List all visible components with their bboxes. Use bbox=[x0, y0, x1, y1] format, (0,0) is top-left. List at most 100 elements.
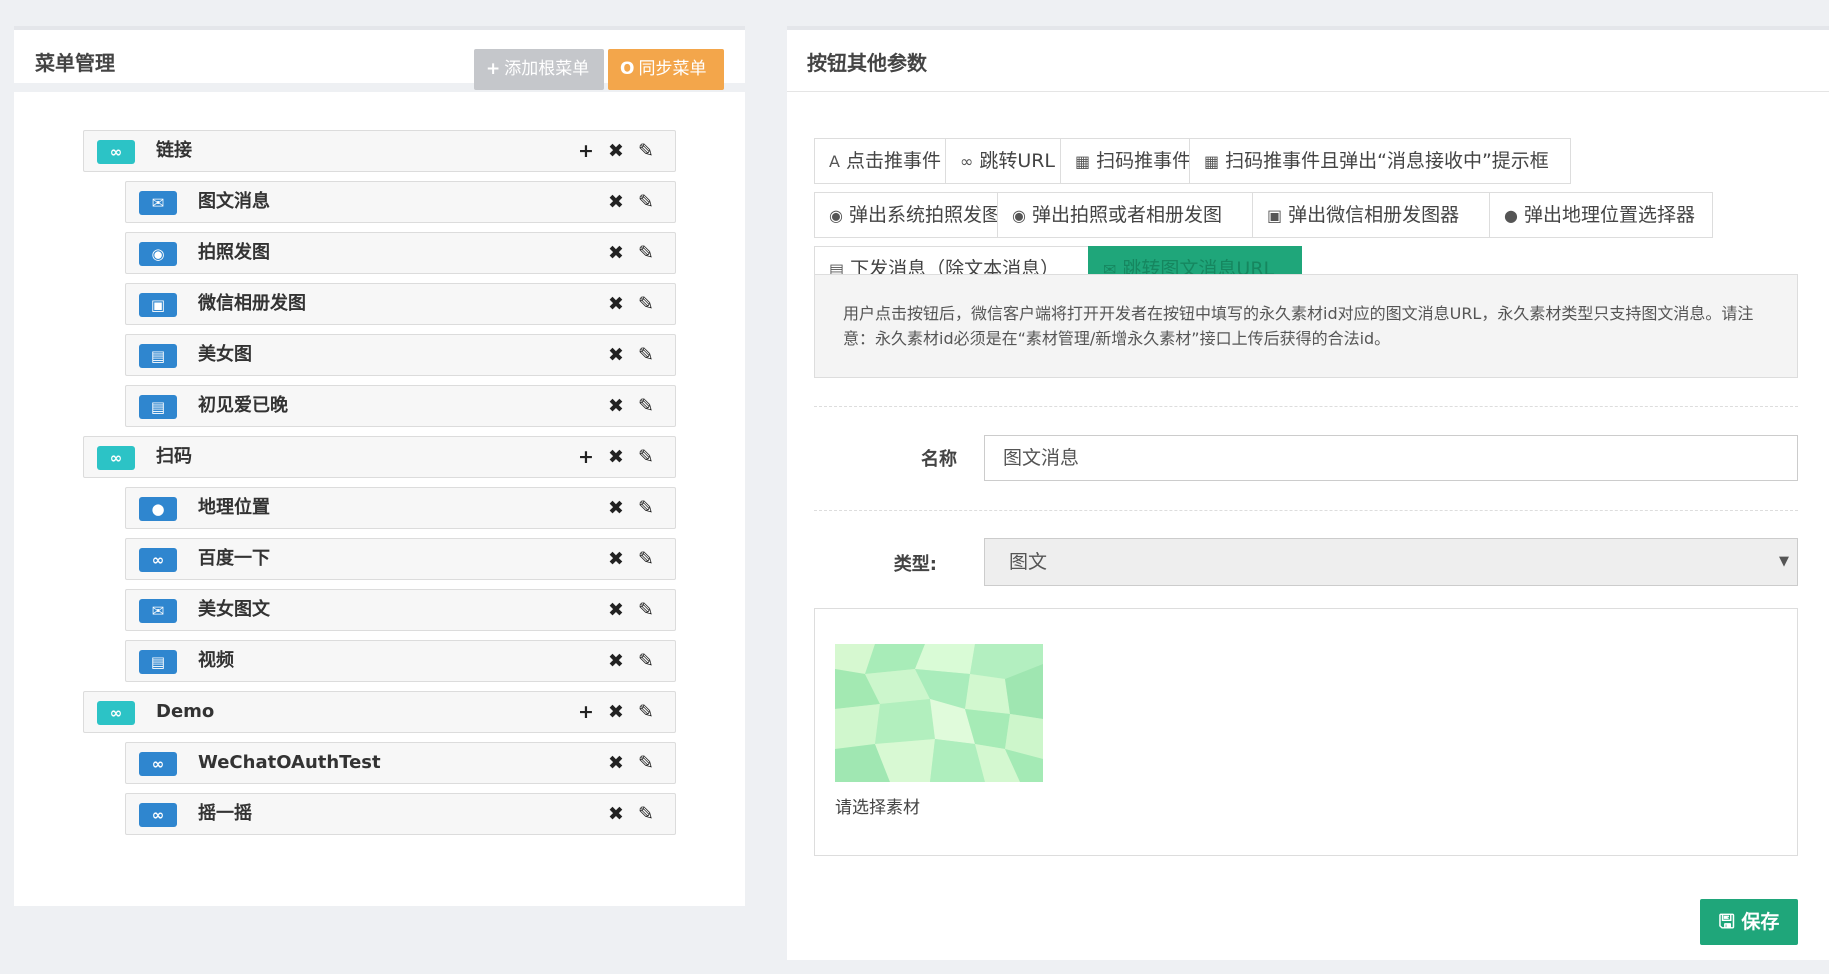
save-button[interactable]: 🖫 保存 bbox=[1700, 899, 1798, 945]
edit-icon[interactable]: ✎ bbox=[631, 539, 661, 579]
newspaper-icon: ▤ bbox=[139, 650, 177, 674]
delete-icon[interactable]: ✖ bbox=[601, 539, 631, 579]
edit-icon[interactable]: ✎ bbox=[631, 386, 661, 426]
menu-sub-item[interactable]: ▤ 美女图 ✖ ✎ bbox=[125, 334, 676, 376]
edit-icon[interactable]: ✎ bbox=[631, 794, 661, 834]
menu-panel-title: 菜单管理 bbox=[35, 51, 115, 75]
event-type-button[interactable]: ◉ 弹出系统拍照发图 bbox=[814, 192, 1001, 238]
map-marker-icon: ● bbox=[1504, 206, 1518, 225]
row-actions: ✖ ✎ bbox=[601, 488, 661, 528]
button-params-panel: 按钮其他参数 A 点击推事件 ∞ 跳转URL ▦ 扫码推事件 ▦ 扫码推事件且弹出“消息接收中… bbox=[787, 26, 1829, 960]
delete-icon[interactable]: ✖ bbox=[601, 335, 631, 375]
menu-root-item[interactable]: ∞ Demo + ✖ ✎ bbox=[83, 691, 676, 733]
edit-icon[interactable]: ✎ bbox=[631, 641, 661, 681]
menu-root-item[interactable]: ∞ 扫码 + ✖ ✎ bbox=[83, 436, 676, 478]
event-type-button[interactable]: ● 弹出地理位置选择器 bbox=[1489, 192, 1713, 238]
menu-sub-item[interactable]: ● 地理位置 ✖ ✎ bbox=[125, 487, 676, 529]
delete-icon[interactable]: ✖ bbox=[601, 284, 631, 324]
event-type-button[interactable]: ▦ 扫码推事件 bbox=[1060, 138, 1191, 184]
menu-management-panel: 菜单管理 + 添加根菜单 O 同步菜单 ∞ 链接 + ✖ ✎ ✉ 图文消息 ✖ ✎ ◉ 拍照发图 ✖ ✎ ▣ 微… bbox=[14, 26, 745, 906]
delete-icon[interactable]: ✖ bbox=[601, 743, 631, 783]
params-panel-header: 按钮其他参数 bbox=[787, 30, 1829, 92]
delete-icon[interactable]: ✖ bbox=[601, 386, 631, 426]
menu-root-item[interactable]: ∞ 链接 + ✖ ✎ bbox=[83, 130, 676, 172]
event-type-button[interactable]: ▣ 弹出微信相册发图器 bbox=[1252, 192, 1490, 238]
edit-icon[interactable]: ✎ bbox=[631, 233, 661, 273]
menu-sub-item[interactable]: ▤ 初见爱已晚 ✖ ✎ bbox=[125, 385, 676, 427]
row-actions: ✖ ✎ bbox=[601, 284, 661, 324]
menu-item-label: WeChatOAuthTest bbox=[198, 752, 381, 773]
menu-sub-item[interactable]: ▤ 视频 ✖ ✎ bbox=[125, 640, 676, 682]
material-thumbnail-image bbox=[835, 644, 1043, 782]
edit-icon[interactable]: ✎ bbox=[631, 590, 661, 630]
menu-item-label: 摇一摇 bbox=[198, 803, 252, 824]
event-type-button[interactable]: ◉ 弹出拍照或者相册发图 bbox=[997, 192, 1253, 238]
event-type-label: 扫码推事件且弹出“消息接收中”提示框 bbox=[1225, 150, 1549, 172]
event-type-button[interactable]: ▦ 扫码推事件且弹出“消息接收中”提示框 bbox=[1189, 138, 1571, 184]
add-root-menu-button[interactable]: + 添加根菜单 bbox=[474, 49, 604, 90]
divider bbox=[814, 406, 1798, 407]
newspaper-icon: ▤ bbox=[139, 344, 177, 368]
type-select[interactable]: 图文 ▼ bbox=[984, 538, 1798, 586]
event-type-button[interactable]: A 点击推事件 bbox=[814, 138, 946, 184]
circle-icon: O bbox=[620, 59, 635, 79]
event-type-label: 弹出地理位置选择器 bbox=[1523, 204, 1695, 226]
link-icon: ∞ bbox=[97, 701, 135, 725]
delete-icon[interactable]: ✖ bbox=[601, 182, 631, 222]
delete-icon[interactable]: ✖ bbox=[601, 590, 631, 630]
link-icon: ∞ bbox=[139, 548, 177, 572]
row-actions: ✖ ✎ bbox=[601, 641, 661, 681]
material-thumbnail[interactable] bbox=[835, 644, 1043, 782]
name-input[interactable]: 图文消息 bbox=[984, 435, 1798, 481]
edit-icon[interactable]: ✎ bbox=[631, 131, 661, 171]
edit-icon[interactable]: ✎ bbox=[631, 182, 661, 222]
camera-icon: ◉ bbox=[1012, 206, 1026, 225]
event-type-button[interactable]: ∞ 跳转URL bbox=[945, 138, 1061, 184]
menu-sub-item[interactable]: ◉ 拍照发图 ✖ ✎ bbox=[125, 232, 676, 274]
row-actions: ✖ ✎ bbox=[601, 794, 661, 834]
edit-icon[interactable]: ✎ bbox=[631, 437, 661, 477]
sync-menu-label: 同步菜单 bbox=[638, 59, 707, 79]
edit-icon[interactable]: ✎ bbox=[631, 488, 661, 528]
delete-icon[interactable]: ✖ bbox=[601, 233, 631, 273]
row-actions: ✖ ✎ bbox=[601, 539, 661, 579]
menu-sub-item[interactable]: ∞ 摇一摇 ✖ ✎ bbox=[125, 793, 676, 835]
menu-sub-item[interactable]: ∞ 百度一下 ✖ ✎ bbox=[125, 538, 676, 580]
menu-item-label: Demo bbox=[156, 701, 215, 722]
row-actions: + ✖ ✎ bbox=[571, 437, 661, 477]
delete-icon[interactable]: ✖ bbox=[601, 794, 631, 834]
delete-icon[interactable]: ✖ bbox=[601, 437, 631, 477]
event-type-label: 点击推事件 bbox=[845, 150, 941, 172]
link-icon: ∞ bbox=[139, 803, 177, 827]
menu-sub-item[interactable]: ▣ 微信相册发图 ✖ ✎ bbox=[125, 283, 676, 325]
delete-icon[interactable]: ✖ bbox=[601, 488, 631, 528]
edit-icon[interactable]: ✎ bbox=[631, 743, 661, 783]
menu-sub-item[interactable]: ✉ 图文消息 ✖ ✎ bbox=[125, 181, 676, 223]
row-actions: ✖ ✎ bbox=[601, 590, 661, 630]
menu-sub-item[interactable]: ✉ 美女图文 ✖ ✎ bbox=[125, 589, 676, 631]
newspaper-icon: ▤ bbox=[139, 395, 177, 419]
row-actions: ✖ ✎ bbox=[601, 386, 661, 426]
delete-icon[interactable]: ✖ bbox=[601, 131, 631, 171]
event-type-label: 跳转URL bbox=[979, 150, 1056, 172]
menu-sub-item[interactable]: ∞ WeChatOAuthTest ✖ ✎ bbox=[125, 742, 676, 784]
link-icon: ∞ bbox=[960, 152, 974, 171]
delete-icon[interactable]: ✖ bbox=[601, 641, 631, 681]
menu-item-label: 图文消息 bbox=[198, 191, 270, 212]
edit-icon[interactable]: ✎ bbox=[631, 692, 661, 732]
add-sub-icon[interactable]: + bbox=[571, 692, 601, 732]
add-sub-icon[interactable]: + bbox=[571, 437, 601, 477]
delete-icon[interactable]: ✖ bbox=[601, 692, 631, 732]
params-panel-title: 按钮其他参数 bbox=[807, 51, 927, 75]
link-icon: ∞ bbox=[139, 752, 177, 776]
menu-item-label: 地理位置 bbox=[198, 497, 270, 518]
divider bbox=[814, 510, 1798, 511]
sync-menu-button[interactable]: O 同步菜单 bbox=[608, 49, 724, 90]
picture-icon: ▣ bbox=[139, 293, 177, 317]
save-icon: 🖫 bbox=[1718, 911, 1742, 933]
menu-item-label: 美女图文 bbox=[198, 599, 270, 620]
menu-panel-header: 菜单管理 + 添加根菜单 O 同步菜单 bbox=[14, 30, 745, 92]
add-sub-icon[interactable]: + bbox=[571, 131, 601, 171]
edit-icon[interactable]: ✎ bbox=[631, 284, 661, 324]
edit-icon[interactable]: ✎ bbox=[631, 335, 661, 375]
